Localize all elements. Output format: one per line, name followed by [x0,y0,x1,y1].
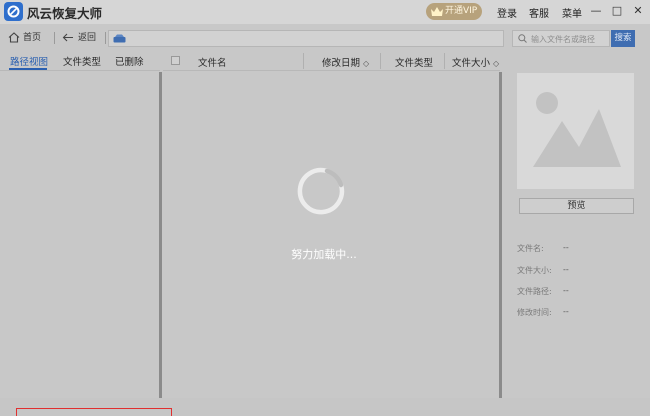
column-modified-date-label: 修改日期 [322,58,361,69]
home-icon [8,32,20,43]
highlight-box [16,408,172,416]
loading-text: 努力加载中... [291,248,357,261]
file-list-scrollbar[interactable] [499,72,502,398]
loading-spinner-icon [297,167,345,215]
customer-service-link[interactable]: 客服 [529,5,549,20]
path-bar[interactable] [108,30,504,47]
modified-time-label: 修改时间: [517,308,552,317]
tab-file-type[interactable]: 文件类型 [63,54,101,68]
search-input[interactable] [531,33,609,45]
maximize-icon[interactable]: □ [609,2,625,20]
sort-icon: ◇ [363,59,370,68]
toolbar-divider [105,32,106,44]
column-divider [444,53,445,69]
app-title: 风云恢复大师 [27,6,103,21]
toolbar: 首页 返回 搜索 [0,26,650,50]
preview-placeholder-image [517,73,634,189]
vip-button[interactable]: 开通VIP [426,3,482,20]
file-path-label: 文件路径: [517,287,552,296]
crown-icon [431,7,443,16]
tab-path-view[interactable]: 路径视图 [10,54,48,68]
preview-button[interactable]: 预览 [519,198,634,214]
toolbar-divider [54,32,55,44]
file-name-label: 文件名: [517,244,544,253]
back-button-label: 返回 [78,33,97,43]
home-button[interactable]: 首页 [8,30,41,46]
home-button-label: 首页 [23,33,42,43]
login-link[interactable]: 登录 [497,5,517,20]
app-logo-icon [4,2,23,21]
file-path-value: -- [563,286,569,295]
column-file-name[interactable]: 文件名 [198,55,227,69]
select-all-checkbox[interactable] [171,56,180,65]
back-button[interactable]: 返回 [62,30,96,46]
column-file-size[interactable]: 文件大小 ◇ [452,55,499,69]
sort-icon: ◇ [493,59,500,68]
left-panel-scrollbar[interactable] [159,72,162,398]
column-file-size-label: 文件大小 [452,58,491,69]
drive-icon [113,34,126,43]
column-divider [380,53,381,69]
menu-link[interactable]: 菜单 [562,5,582,20]
file-list-area[interactable] [163,72,500,398]
file-name-value: -- [563,243,569,252]
search-box[interactable] [512,30,610,47]
column-divider [303,53,304,69]
active-tab-indicator [9,68,47,70]
vip-button-label: 开通VIP [445,6,478,16]
tab-deleted[interactable]: 已删除 [115,54,144,68]
back-arrow-icon [62,33,73,42]
column-modified-date[interactable]: 修改日期 ◇ [322,55,369,69]
search-button[interactable]: 搜索 [611,30,635,47]
file-size-label: 文件大小: [517,266,552,275]
minimize-icon[interactable]: — [588,2,604,20]
modified-time-value: -- [563,307,569,316]
column-file-type[interactable]: 文件类型 [395,55,433,69]
file-table-header: 文件名 修改日期 ◇ 文件类型 文件大小 ◇ [163,51,500,71]
image-placeholder-icon [533,92,621,167]
title-bar: 风云恢复大师 开通VIP 登录 客服 菜单 — □ ✕ [0,0,650,24]
close-icon[interactable]: ✕ [630,2,646,20]
folder-tree-panel[interactable] [0,72,160,398]
search-icon [518,34,527,43]
file-size-value: -- [563,265,569,274]
